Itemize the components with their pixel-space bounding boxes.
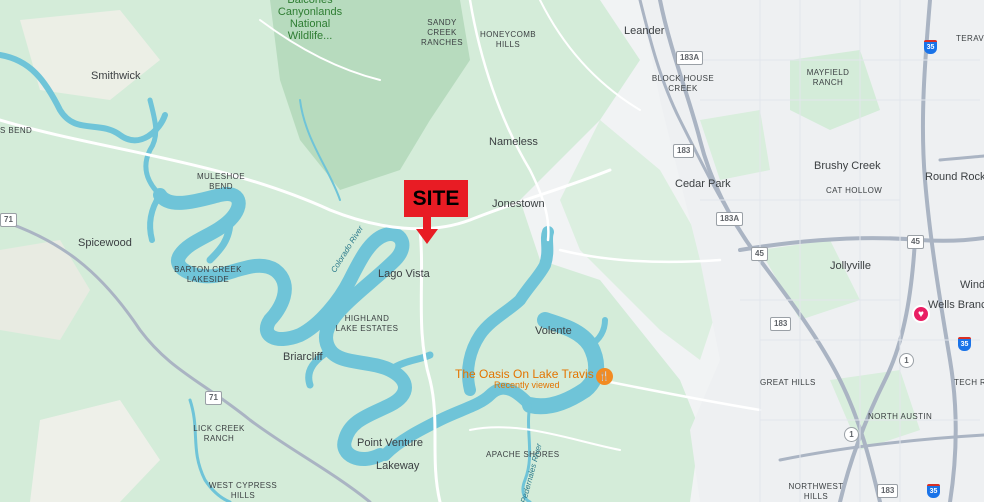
windy-label: Wind: [960, 279, 984, 291]
honeycomb-hills-label: HONEYCOMB HILLS: [479, 30, 537, 49]
block-house-creek-label: BLOCK HOUSE CREEK: [651, 74, 715, 93]
sandy-creek-label: SANDY CREEK RANCHES: [421, 18, 463, 47]
route-183a-shield: 183A: [716, 212, 744, 226]
brushy-creek-label: Brushy Creek: [814, 160, 881, 172]
jonestown-label: Jonestown: [492, 198, 545, 210]
briarcliff-label: Briarcliff: [283, 351, 323, 363]
oasis-poi-subtitle: Recently viewed: [494, 380, 560, 390]
restaurant-icon[interactable]: 🍴: [596, 368, 613, 385]
west-cypress-hills-label: WEST CYPRESS HILLS: [208, 481, 278, 500]
northwest-hills-label: NORTHWEST HILLS: [788, 482, 844, 501]
interstate-35-shield: 35: [958, 337, 971, 351]
route-183-shield: 183: [673, 144, 695, 158]
interstate-35-shield: 35: [924, 40, 937, 54]
round-rock-label: Round Rock: [925, 171, 984, 183]
s-bend-label: S BEND: [0, 126, 33, 135]
route-71-shield: 71: [205, 391, 222, 405]
spicewood-label: Spicewood: [78, 237, 132, 249]
route-45-shield: 45: [907, 235, 924, 249]
highland-lake-estates-label: HIGHLAND LAKE ESTATES: [335, 314, 399, 333]
muleshoe-bend-label: MULESHOE BEND: [196, 172, 246, 191]
north-austin-label: NORTH AUSTIN: [868, 412, 933, 421]
loop-1-shield: 1: [899, 353, 914, 368]
site-marker-label: SITE: [404, 180, 468, 217]
teravista-label: TERAV: [956, 34, 984, 43]
volente-label: Volente: [535, 325, 572, 337]
lick-creek-ranch-label: LICK CREEK RANCH: [193, 424, 245, 443]
cat-hollow-label: CAT HOLLOW: [826, 186, 883, 195]
wells-branch-label: Wells Branch: [928, 299, 984, 311]
route-183-shield: 183: [770, 317, 792, 331]
loop-1-shield: 1: [844, 427, 859, 442]
smithwick-label: Smithwick: [91, 70, 141, 82]
interstate-35-shield: 35: [927, 484, 940, 498]
lakeway-label: Lakeway: [376, 460, 420, 472]
jollyville-label: Jollyville: [830, 260, 871, 272]
apache-shores-label: APACHE SHORES: [486, 450, 560, 459]
map-canvas[interactable]: Balcones Canyonlands National Wildlife..…: [0, 0, 984, 502]
wildlife-refuge-label: Balcones Canyonlands National Wildlife..…: [277, 0, 343, 42]
route-183a-shield: 183A: [676, 51, 704, 65]
oasis-poi-name[interactable]: The Oasis On Lake Travis: [455, 368, 594, 380]
barton-creek-lakeside-label: BARTON CREEK LAKESIDE: [174, 265, 242, 284]
route-183-shield: 183: [877, 484, 899, 498]
route-45-shield: 45: [751, 247, 768, 261]
tech-ridge-label: TECH R: [954, 378, 984, 387]
nameless-label: Nameless: [489, 136, 538, 148]
point-venture-label: Point Venture: [357, 437, 424, 449]
cedar-park-label: Cedar Park: [675, 178, 731, 190]
leander-label: Leander: [624, 25, 665, 37]
lago-vista-label: Lago Vista: [378, 268, 430, 280]
route-71-shield: 71: [0, 213, 17, 227]
mayfield-ranch-label: MAYFIELD RANCH: [806, 68, 850, 87]
great-hills-label: GREAT HILLS: [760, 378, 816, 387]
heart-icon[interactable]: ♥: [912, 305, 930, 323]
site-arrow-icon: [416, 217, 438, 244]
